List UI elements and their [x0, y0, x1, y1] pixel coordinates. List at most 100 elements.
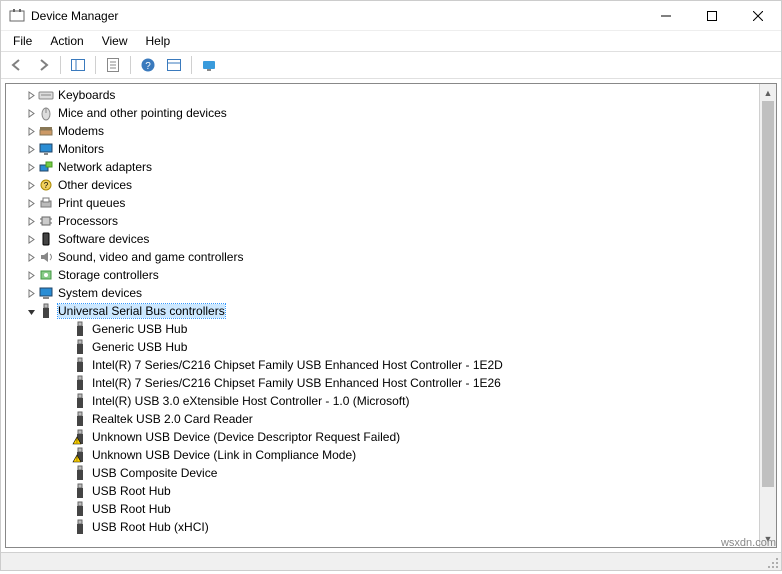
network-icon: [38, 159, 54, 175]
usb-icon: [38, 303, 54, 319]
expand-icon[interactable]: [24, 268, 38, 282]
device-tree[interactable]: Keyboards Mice and other pointing devices…: [6, 84, 759, 547]
tree-category[interactable]: Processors: [6, 212, 759, 230]
tree-category[interactable]: Print queues: [6, 194, 759, 212]
usb-icon: [72, 465, 88, 481]
maximize-button[interactable]: [689, 1, 735, 31]
expander-spacer: [58, 376, 72, 390]
monitor-icon: [38, 141, 54, 157]
tree-device-label: Intel(R) 7 Series/C216 Chipset Family US…: [92, 358, 503, 372]
tree-category-label: Sound, video and game controllers: [58, 250, 243, 264]
expander-spacer: [58, 394, 72, 408]
tree-category[interactable]: Software devices: [6, 230, 759, 248]
expand-icon[interactable]: [24, 106, 38, 120]
tree-device-label: Realtek USB 2.0 Card Reader: [92, 412, 253, 426]
tree-category[interactable]: Mice and other pointing devices: [6, 104, 759, 122]
toolbar-separator: [191, 56, 192, 74]
tree-category-label: Monitors: [58, 142, 104, 156]
tree-category[interactable]: Sound, video and game controllers: [6, 248, 759, 266]
tree-device-label: USB Composite Device: [92, 466, 217, 480]
help-button[interactable]: ?: [136, 54, 160, 76]
expand-icon[interactable]: [24, 250, 38, 264]
window-controls: [643, 1, 781, 31]
tree-device-label: Intel(R) 7 Series/C216 Chipset Family US…: [92, 376, 501, 390]
tree-category[interactable]: Keyboards: [6, 86, 759, 104]
forward-button[interactable]: [31, 54, 55, 76]
menu-file[interactable]: File: [5, 32, 40, 50]
tree-device[interactable]: USB Root Hub (xHCI): [6, 518, 759, 536]
menu-help[interactable]: Help: [138, 32, 179, 50]
titlebar: Device Manager: [1, 1, 781, 31]
menubar: File Action View Help: [1, 31, 781, 51]
show-hide-tree-button[interactable]: [66, 54, 90, 76]
tree-device[interactable]: Intel(R) USB 3.0 eXtensible Host Control…: [6, 392, 759, 410]
action-button[interactable]: [162, 54, 186, 76]
tree-device[interactable]: Intel(R) 7 Series/C216 Chipset Family US…: [6, 356, 759, 374]
tree-device[interactable]: !Unknown USB Device (Link in Compliance …: [6, 446, 759, 464]
expand-icon[interactable]: [24, 232, 38, 246]
tree-category[interactable]: System devices: [6, 284, 759, 302]
resize-grip[interactable]: [763, 553, 781, 571]
back-button[interactable]: [5, 54, 29, 76]
tree-category-label: Software devices: [58, 232, 149, 246]
scroll-track[interactable]: [760, 101, 776, 530]
properties-button[interactable]: [101, 54, 125, 76]
tree-category-label: Processors: [58, 214, 118, 228]
scroll-up-button[interactable]: ▲: [760, 84, 776, 101]
expander-spacer: [58, 340, 72, 354]
toolbar: ?: [1, 51, 781, 79]
expand-icon[interactable]: [24, 88, 38, 102]
close-button[interactable]: [735, 1, 781, 31]
expand-icon[interactable]: [24, 196, 38, 210]
tree-category[interactable]: Monitors: [6, 140, 759, 158]
tree-category[interactable]: Storage controllers: [6, 266, 759, 284]
usb-icon: [72, 375, 88, 391]
expand-icon[interactable]: [24, 124, 38, 138]
tree-device[interactable]: Intel(R) 7 Series/C216 Chipset Family US…: [6, 374, 759, 392]
tree-category-label: Other devices: [58, 178, 132, 192]
menu-action[interactable]: Action: [42, 32, 91, 50]
scroll-thumb[interactable]: [762, 101, 774, 487]
expand-icon[interactable]: [24, 286, 38, 300]
expander-spacer: [58, 448, 72, 462]
software-icon: [38, 231, 54, 247]
toolbar-separator: [60, 56, 61, 74]
tree-device[interactable]: Realtek USB 2.0 Card Reader: [6, 410, 759, 428]
tree-device[interactable]: USB Composite Device: [6, 464, 759, 482]
tree-category[interactable]: Modems: [6, 122, 759, 140]
expander-spacer: [58, 466, 72, 480]
tree-category-label: Keyboards: [58, 88, 115, 102]
expander-spacer: [58, 322, 72, 336]
tree-device[interactable]: Generic USB Hub: [6, 320, 759, 338]
tree-device[interactable]: USB Root Hub: [6, 500, 759, 518]
app-icon: [9, 8, 25, 24]
svg-text:?: ?: [44, 181, 49, 190]
collapse-icon[interactable]: [24, 304, 38, 318]
expand-icon[interactable]: [24, 214, 38, 228]
system-icon: [38, 285, 54, 301]
minimize-button[interactable]: [643, 1, 689, 31]
expand-icon[interactable]: [24, 142, 38, 156]
tree-device[interactable]: USB Root Hub: [6, 482, 759, 500]
expander-spacer: [58, 520, 72, 534]
vertical-scrollbar[interactable]: ▲ ▼: [759, 84, 776, 547]
watermark: wsxdn.com: [721, 537, 776, 549]
expander-spacer: [58, 358, 72, 372]
usb-icon: [72, 501, 88, 517]
tree-category-label: Universal Serial Bus controllers: [58, 304, 225, 318]
tree-device[interactable]: !Unknown USB Device (Device Descriptor R…: [6, 428, 759, 446]
menu-view[interactable]: View: [94, 32, 136, 50]
tree-category[interactable]: ? Other devices: [6, 176, 759, 194]
tree-category[interactable]: Network adapters: [6, 158, 759, 176]
tree-category[interactable]: Universal Serial Bus controllers: [6, 302, 759, 320]
expand-icon[interactable]: [24, 178, 38, 192]
tree-category-label: Mice and other pointing devices: [58, 106, 227, 120]
scan-hardware-button[interactable]: [197, 54, 221, 76]
expander-spacer: [58, 502, 72, 516]
expand-icon[interactable]: [24, 160, 38, 174]
tree-category-label: Network adapters: [58, 160, 152, 174]
tree-device[interactable]: Generic USB Hub: [6, 338, 759, 356]
usb-warning-icon: !: [72, 429, 88, 445]
tree-device-label: Unknown USB Device (Link in Compliance M…: [92, 448, 356, 462]
tree-category-label: Print queues: [58, 196, 125, 210]
